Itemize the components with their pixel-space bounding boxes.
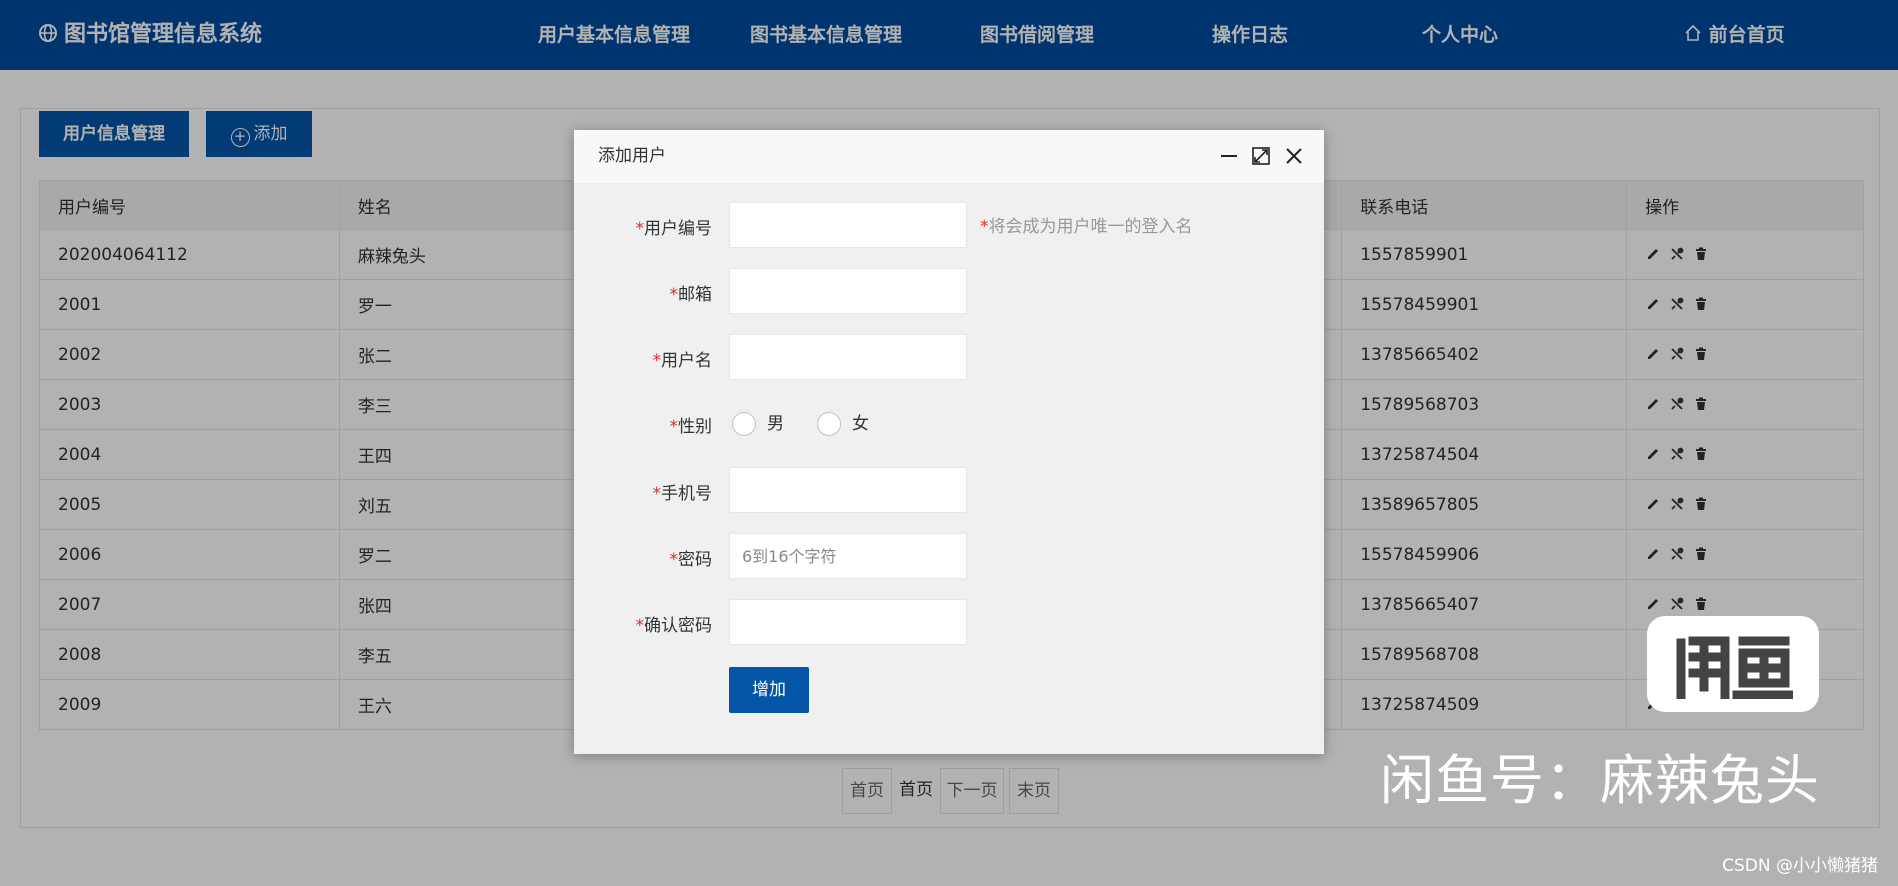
username-input[interactable] [729, 334, 967, 380]
dialog-header: 添加用户 [574, 130, 1324, 184]
maximize-icon[interactable] [1251, 146, 1271, 166]
watermark-text: 闲鱼号：麻辣兔头 [1380, 749, 1820, 812]
phone-input[interactable] [729, 467, 967, 513]
password-input[interactable] [729, 533, 967, 579]
dialog-title: 添加用户 [598, 146, 666, 166]
add-user-dialog: 添加用户 *用户编号 *将会成为用户唯一的登入名 *邮箱 *用户名 *性别 男 … [574, 130, 1324, 754]
csdn-watermark: CSDN @小小懒猪猪 [1722, 856, 1878, 876]
gender-label: *性别 [669, 417, 713, 437]
user-id-hint: *将会成为用户唯一的登入名 [980, 217, 1193, 237]
password-label: *密码 [669, 550, 713, 570]
submit-add-button[interactable]: 增加 [729, 667, 809, 713]
xianyu-logo [1647, 616, 1819, 712]
close-icon[interactable] [1284, 146, 1304, 166]
phone-label: *手机号 [652, 484, 713, 504]
gender-radio-female[interactable] [817, 412, 841, 436]
confirm-password-input[interactable] [729, 599, 967, 645]
email-input[interactable] [729, 268, 967, 314]
minimize-icon[interactable] [1219, 146, 1239, 166]
username-label: *用户名 [652, 351, 713, 371]
gender-female-label[interactable]: 女 [852, 411, 869, 437]
confirm-password-label: *确认密码 [635, 616, 713, 636]
user-id-input[interactable] [729, 202, 967, 248]
gender-male-label[interactable]: 男 [767, 411, 784, 437]
email-label: *邮箱 [669, 285, 713, 305]
user-id-label: *用户编号 [635, 219, 713, 239]
gender-radio-male[interactable] [732, 412, 756, 436]
